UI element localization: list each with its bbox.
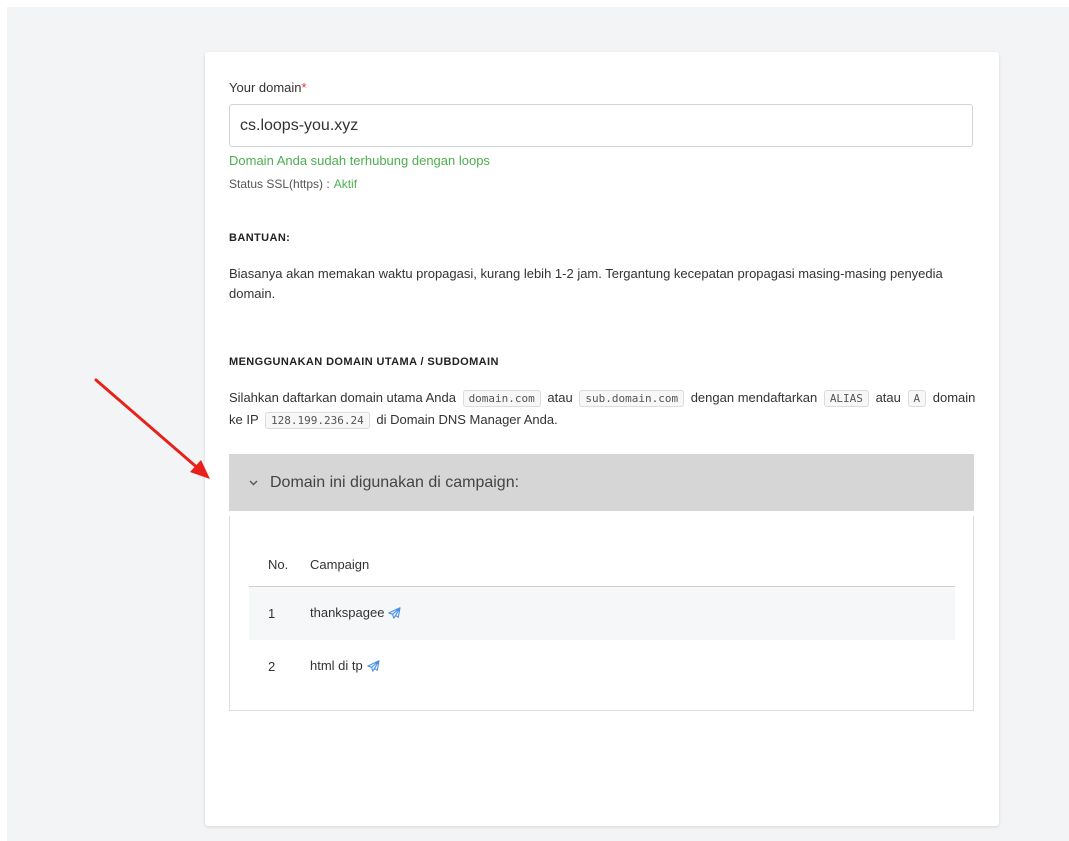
table-row: 1 thankspagee [249,586,955,640]
paper-plane-icon[interactable] [367,660,380,675]
domain-input[interactable] [229,104,973,147]
column-header-no: No. [249,542,310,587]
domain-label: Your domain* [229,80,307,95]
column-header-campaign: Campaign [310,542,955,587]
help-text: Biasanya akan memakan waktu propagasi, k… [229,266,943,301]
campaign-cell: html di tp [310,640,955,693]
ssl-status-value: Aktif [333,177,358,191]
code-a-record: A [907,390,927,407]
campaign-name: html di tp [310,658,363,673]
row-number: 2 [268,659,276,674]
campaigns-panel: No. Campaign 1 thankspagee 2 html di tp [229,516,974,711]
code-domain: domain.com [462,390,541,407]
code-ip-address: 128.199.236.24 [265,412,370,429]
help-title: BANTUAN: [229,232,291,244]
required-mark: * [301,80,307,95]
domain-section-title: MENGGUNAKAN DOMAIN UTAMA / SUBDOMAIN [229,356,499,368]
chevron-down-icon [249,477,258,489]
campaign-name: thankspagee [310,605,385,620]
table-row: 2 html di tp [249,640,955,693]
ssl-status-label: Status SSL(https) : [229,177,330,191]
campaign-cell: thankspagee [310,586,955,640]
row-number: 1 [249,586,310,640]
table-header-row: No. Campaign [249,542,955,587]
ssl-status: Status SSL(https) : Aktif [229,177,357,191]
campaigns-header-title: Domain ini digunakan di campaign: [270,473,520,491]
paper-plane-icon[interactable] [388,607,402,622]
code-alias: ALIAS [823,390,869,407]
domain-instructions: Silahkan daftarkan domain utama Anda dom… [229,390,976,429]
domain-connected-message: Domain Anda sudah terhubung dengan loops [229,153,490,168]
campaign-table: No. Campaign 1 thankspagee 2 html di tp [249,542,955,693]
campaigns-collapse-header[interactable]: Domain ini digunakan di campaign: [229,454,974,511]
code-subdomain: sub.domain.com [579,390,685,407]
domain-settings-card: Your domain* Domain Anda sudah terhubung… [205,52,999,826]
